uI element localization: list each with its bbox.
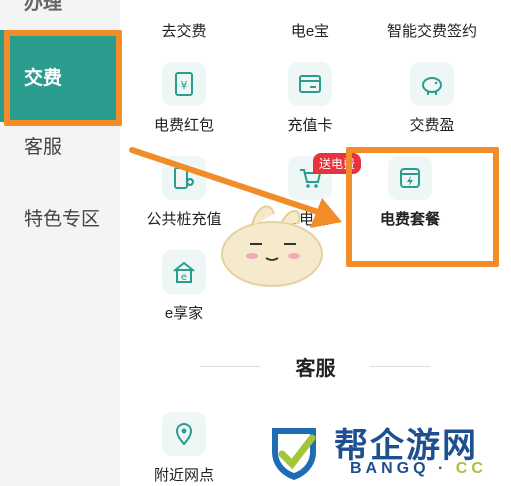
grid-item-red-packet[interactable]: ¥ 电费红包 bbox=[124, 62, 244, 135]
grid-item-label: 电费红包 bbox=[153, 117, 214, 134]
grid-item-sign[interactable]: 智能交费签约 bbox=[372, 20, 492, 41]
mascot-illustration bbox=[221, 205, 323, 287]
watermark-domain: BANGQ · CC bbox=[350, 460, 487, 478]
home-e-icon: e bbox=[162, 250, 206, 294]
grid-item-label: 电费套餐 bbox=[379, 211, 440, 228]
grid-item-pay[interactable]: 去交费 bbox=[124, 20, 244, 41]
sidebar-item-jiaofei[interactable]: 交费 bbox=[0, 30, 120, 122]
piggy-bank-icon bbox=[410, 62, 454, 106]
watermark-domain-text: BANGQ bbox=[350, 460, 430, 477]
sidebar-item-banli[interactable]: 办理 bbox=[0, 0, 120, 15]
package-bolt-icon bbox=[388, 156, 432, 200]
sidebar-item-tese[interactable]: 特色专区 bbox=[0, 204, 120, 231]
watermark-logo bbox=[272, 428, 316, 480]
grid-item-nearby[interactable]: 附近网点 bbox=[124, 412, 244, 485]
grid-item-label: 充值卡 bbox=[287, 117, 333, 134]
red-packet-icon: ¥ bbox=[162, 62, 206, 106]
grid-item-label: 去交费 bbox=[161, 23, 207, 40]
sidebar: 办理 交费 客服 特色专区 bbox=[0, 0, 120, 486]
grid-item-label: 智能交费签约 bbox=[386, 23, 477, 40]
sidebar-item-kefu[interactable]: 客服 bbox=[0, 132, 120, 159]
svg-text:e: e bbox=[181, 272, 187, 283]
grid-item-piggy[interactable]: 交费盈 bbox=[372, 62, 492, 135]
grid-item-label: 电e宝 bbox=[290, 23, 330, 40]
grid-item-wallet[interactable]: 电e宝 bbox=[250, 20, 370, 41]
card-icon bbox=[288, 62, 332, 106]
grid-item-label: e享家 bbox=[164, 305, 204, 322]
watermark-tld: CC bbox=[455, 460, 487, 477]
map-pin-icon bbox=[162, 412, 206, 456]
section-divider-right bbox=[370, 366, 430, 367]
grid-item-card[interactable]: 充值卡 bbox=[250, 62, 370, 135]
grid-item-package[interactable]: 电费套餐 bbox=[350, 156, 470, 229]
promo-badge: 送电费 bbox=[313, 153, 362, 174]
watermark-dot: · bbox=[438, 460, 448, 477]
grid-item-label: 附近网点 bbox=[153, 467, 214, 484]
svg-text:¥: ¥ bbox=[181, 79, 188, 92]
charging-pile-icon bbox=[162, 156, 206, 200]
grid-item-label: 交费盈 bbox=[409, 117, 455, 134]
section-title-kefu: 客服 bbox=[295, 358, 336, 380]
